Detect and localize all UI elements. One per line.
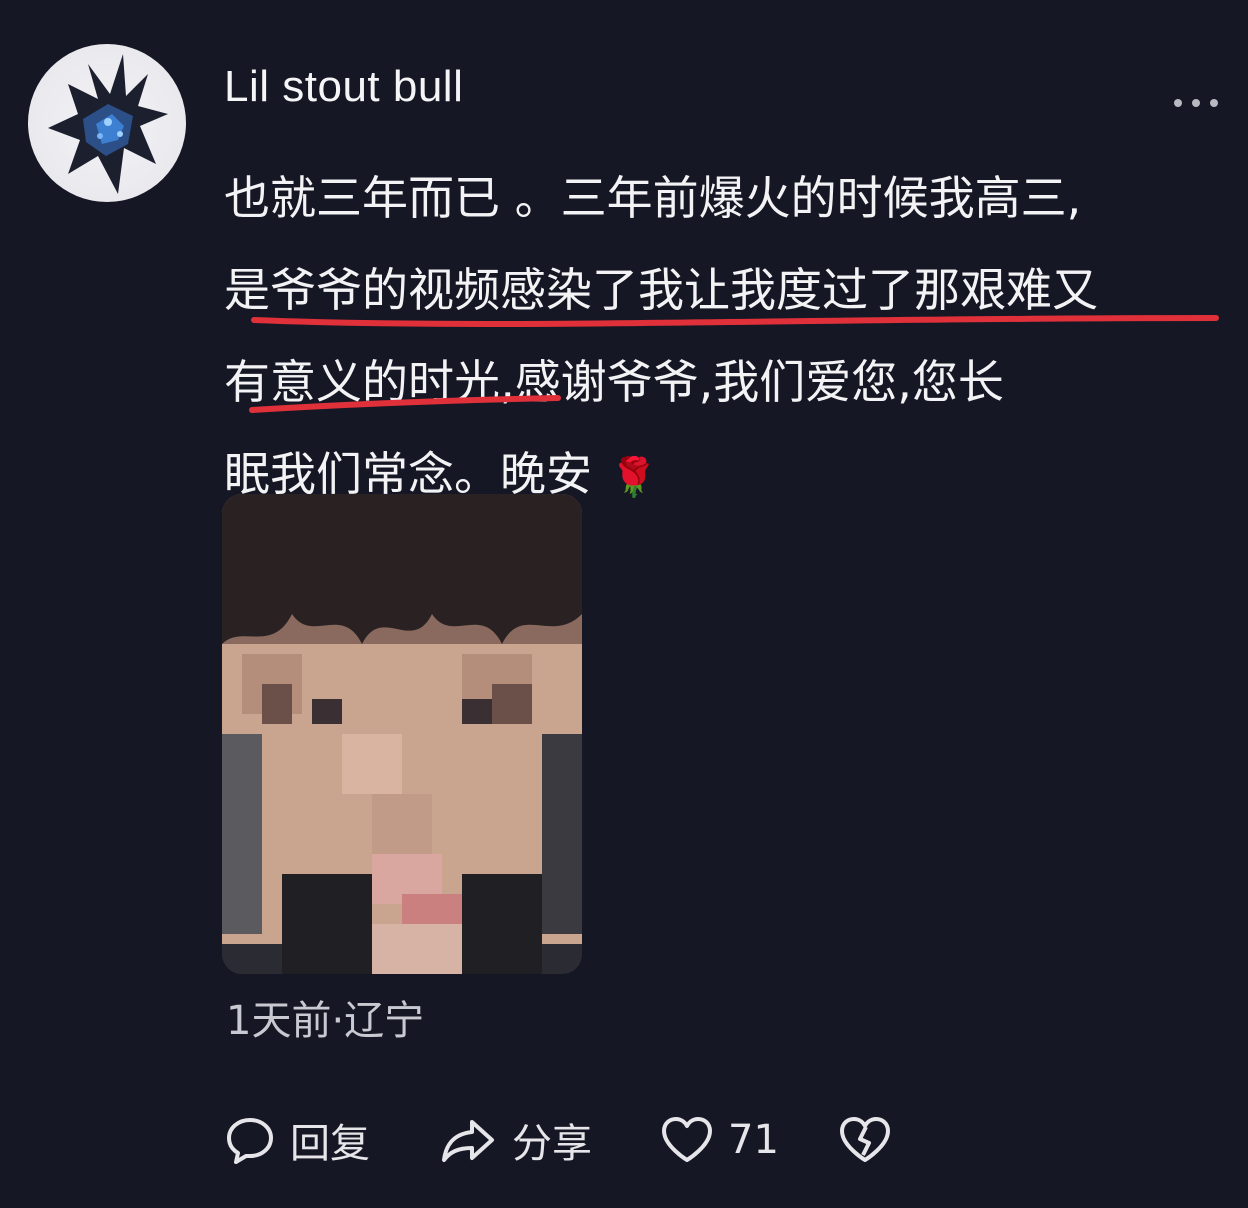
comment-location: 辽宁 — [344, 998, 425, 1044]
comment-line-3: 有意义的时光,感谢爷爷,我们爱您,您长 — [224, 355, 1004, 409]
share-arrow-icon — [442, 1120, 494, 1162]
pixelated-face-photo — [222, 494, 582, 974]
comment-time: 1天前 — [226, 998, 332, 1044]
meta-separator: · — [331, 998, 345, 1044]
rose-icon: 🌹 — [610, 455, 658, 499]
heart-icon — [662, 1117, 712, 1162]
like-count: 71 — [728, 1117, 779, 1163]
comment-meta: 1天前·辽宁 — [226, 988, 424, 1046]
comment-line-1: 也就三年而已 。三年前爆火的时候我高三, — [224, 171, 1082, 225]
broken-heart-icon — [840, 1117, 890, 1162]
attached-photo[interactable] — [222, 494, 582, 974]
comment-line-4-text: 眠我们常念。晚安 — [224, 447, 592, 501]
user-avatar[interactable] — [28, 44, 186, 202]
comment-text: 也就三年而已 。三年前爆火的时候我高三, 是爷爷的视频感染了我让我度过了那艰难又… — [224, 152, 1224, 520]
reply-label: 回复 — [290, 1121, 370, 1167]
like-button[interactable]: 71 — [660, 1115, 838, 1165]
more-options-button[interactable] — [1168, 92, 1224, 114]
dislike-button[interactable] — [838, 1115, 892, 1165]
spiky-crystal-avatar-icon — [48, 54, 168, 194]
comment-bubble-icon — [227, 1118, 273, 1164]
share-button[interactable]: 分享 — [438, 1111, 660, 1169]
more-dots-icon — [1174, 99, 1218, 107]
comment-line-2: 是爷爷的视频感染了我让我度过了那艰难又 — [224, 263, 1098, 317]
share-label: 分享 — [512, 1121, 592, 1167]
action-bar: 回复 分享 71 — [224, 1108, 892, 1172]
username[interactable]: Lil stout bull — [224, 62, 463, 112]
reply-button[interactable]: 回复 — [224, 1111, 438, 1169]
